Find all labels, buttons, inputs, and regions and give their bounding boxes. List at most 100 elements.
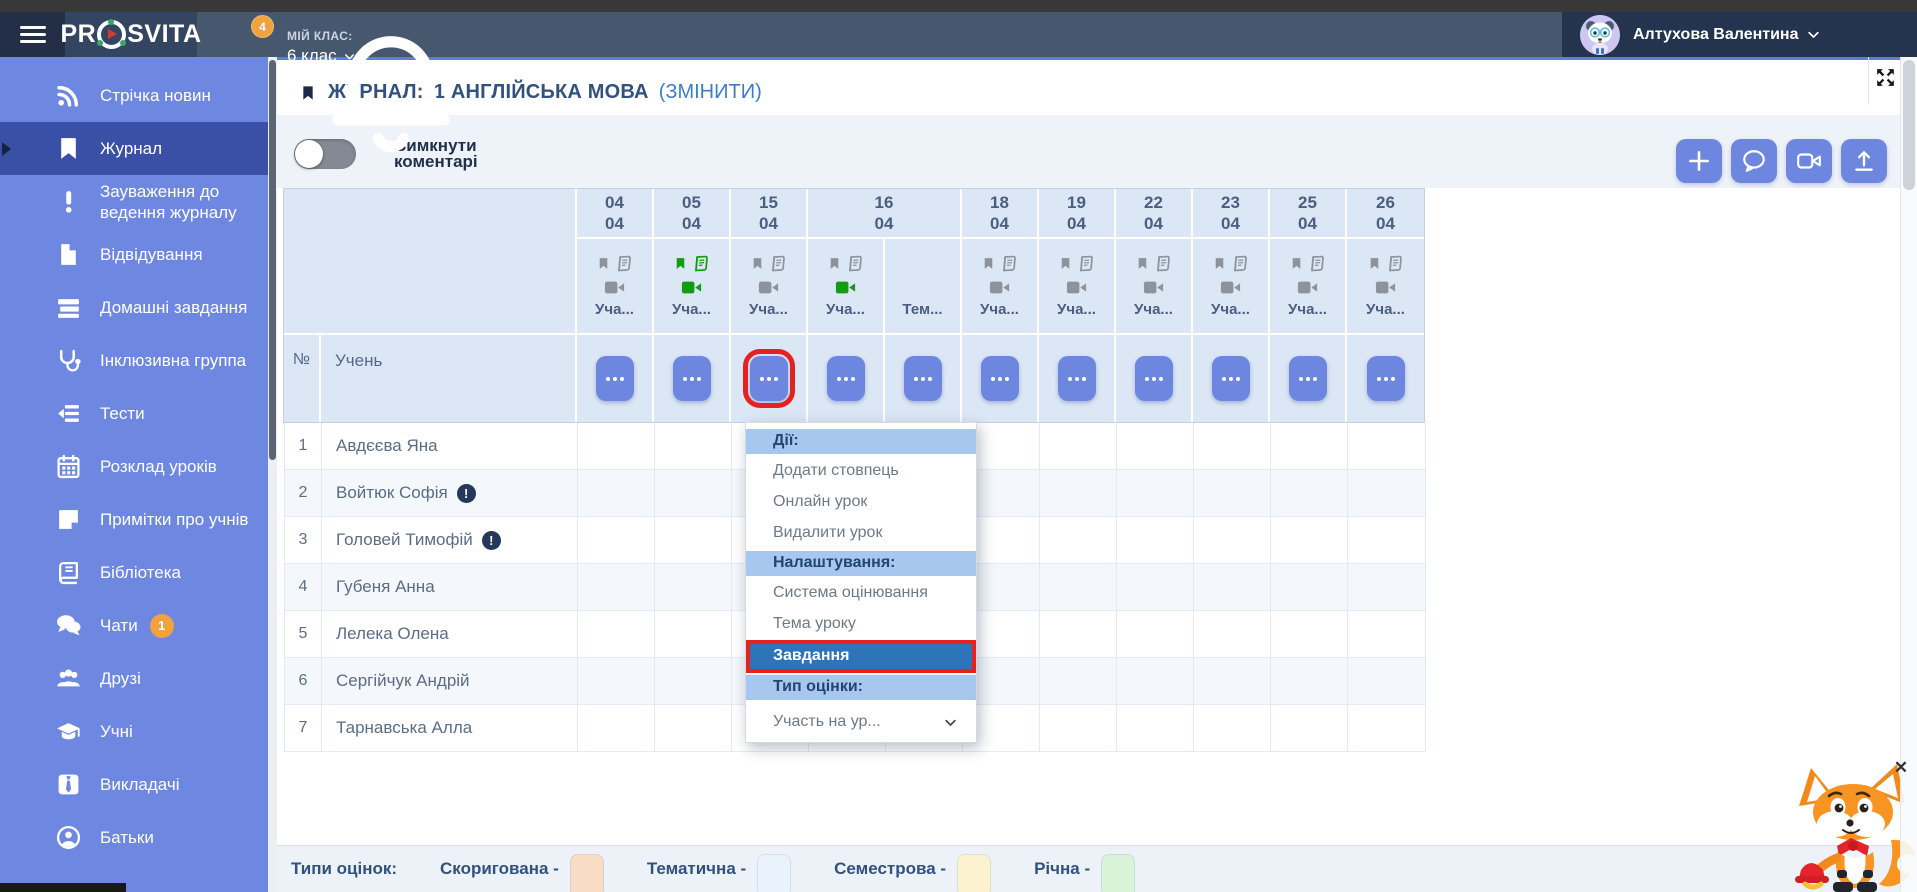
sidebar-item[interactable]: Друзі [0, 652, 268, 705]
lesson-icons-cell[interactable]: Уча... [1347, 239, 1424, 333]
grade-cell[interactable] [1271, 470, 1348, 516]
grade-cell[interactable] [1194, 705, 1271, 751]
grade-cell[interactable] [1040, 705, 1117, 751]
date-column-header[interactable]: 04 04 [577, 189, 654, 237]
date-column-header[interactable]: 26 04 [1347, 189, 1424, 237]
lesson-icons-cell[interactable]: Уча... [1116, 239, 1193, 333]
grade-cell[interactable] [1117, 611, 1194, 657]
grade-cell[interactable] [655, 517, 732, 563]
fullscreen-button[interactable] [1868, 50, 1901, 105]
grade-cell[interactable] [1117, 470, 1194, 516]
grade-cell[interactable] [1117, 658, 1194, 704]
grade-cell[interactable] [1271, 517, 1348, 563]
grade-cell[interactable] [1271, 611, 1348, 657]
grade-cell[interactable] [578, 423, 655, 469]
export-button[interactable] [1841, 139, 1887, 183]
grade-cell[interactable] [1040, 470, 1117, 516]
grade-cell[interactable] [1194, 658, 1271, 704]
sidebar-item[interactable]: Стрічка новин [0, 69, 268, 122]
sidebar-item[interactable]: Бібліотека [0, 546, 268, 599]
grade-cell[interactable] [1348, 564, 1425, 610]
grade-cell[interactable] [1194, 611, 1271, 657]
grade-cell[interactable] [1348, 423, 1425, 469]
grade-cell[interactable] [1040, 423, 1117, 469]
grade-cell[interactable] [1348, 705, 1425, 751]
grade-cell[interactable] [1040, 564, 1117, 610]
grade-cell[interactable] [578, 564, 655, 610]
sidebar-item[interactable]: Розклад уроків [0, 440, 268, 493]
grade-cell[interactable] [655, 611, 732, 657]
lesson-icons-cell[interactable]: Уча... [654, 239, 731, 333]
context-menu-row[interactable]: Видалити урок [746, 518, 976, 549]
grade-cell[interactable] [1194, 564, 1271, 610]
sidebar-item[interactable]: Інклюзивна группа [0, 334, 268, 387]
column-menu-button[interactable] [904, 356, 942, 401]
grade-cell[interactable] [655, 423, 732, 469]
sidebar-item[interactable]: Викладачі [0, 758, 268, 811]
grade-cell[interactable] [1040, 611, 1117, 657]
date-column-header[interactable]: 22 04 [1116, 189, 1193, 237]
lesson-icons-cell[interactable]: Уча... [1039, 239, 1116, 333]
context-menu-row[interactable]: Тема уроку [746, 609, 976, 640]
column-menu-button[interactable] [750, 356, 788, 401]
grade-cell[interactable] [1117, 517, 1194, 563]
page-scrollbar-thumb[interactable] [1903, 60, 1915, 190]
lesson-icons-cell[interactable]: Уча... [962, 239, 1039, 333]
user-menu[interactable]: Алтухова Валентина [1562, 12, 1917, 57]
sidebar-item[interactable]: Примітки про учнів [0, 493, 268, 546]
grade-cell[interactable] [1348, 658, 1425, 704]
grade-cell[interactable] [655, 658, 732, 704]
grade-cell[interactable] [1117, 705, 1194, 751]
video-lesson-button[interactable] [1786, 139, 1832, 183]
mascot-close-button[interactable]: ✕ [1891, 758, 1911, 778]
grade-cell[interactable] [578, 517, 655, 563]
grade-cell[interactable] [1040, 517, 1117, 563]
lesson-icons-cell[interactable]: Уча... [808, 239, 885, 333]
grade-cell[interactable] [578, 611, 655, 657]
date-column-header[interactable]: 19 04 [1039, 189, 1116, 237]
context-menu-row[interactable]: Завдання [746, 640, 976, 673]
grade-cell[interactable] [1348, 611, 1425, 657]
grade-cell[interactable] [655, 705, 732, 751]
grade-cell[interactable] [1271, 564, 1348, 610]
lesson-icons-cell[interactable]: Уча... [1193, 239, 1270, 333]
grade-cell[interactable] [578, 470, 655, 516]
date-column-header[interactable]: 23 04 [1193, 189, 1270, 237]
change-journal-link[interactable]: (ЗМІНИТИ) [659, 81, 762, 104]
date-column-header[interactable]: 18 04 [962, 189, 1039, 237]
column-menu-button[interactable] [1367, 356, 1405, 401]
grade-cell[interactable] [578, 658, 655, 704]
sidebar-item[interactable]: Батьки [0, 811, 268, 864]
date-column-header[interactable]: 25 04 [1270, 189, 1347, 237]
sidebar-item[interactable]: Журнал [0, 122, 268, 175]
sidebar-scrollbar[interactable] [268, 57, 277, 892]
grade-cell[interactable] [1271, 423, 1348, 469]
lesson-icons-cell[interactable]: Уча... [1270, 239, 1347, 333]
sidebar-item[interactable]: Учні [0, 705, 268, 758]
sidebar-item[interactable]: Чати 1 [0, 599, 268, 652]
context-menu-row[interactable]: Дії: [746, 429, 976, 454]
date-column-header[interactable]: 16 04 [808, 189, 962, 237]
student-alert-icon[interactable]: ! [482, 531, 501, 550]
grade-cell[interactable] [1271, 705, 1348, 751]
grade-cell[interactable] [1194, 517, 1271, 563]
lesson-icons-cell[interactable]: Уча... [731, 239, 808, 333]
notifications-button[interactable]: 4 [241, 23, 267, 51]
column-menu-button[interactable] [981, 356, 1019, 401]
grade-cell[interactable] [655, 564, 732, 610]
context-menu-row[interactable]: Налаштування: [746, 551, 976, 576]
column-menu-button[interactable] [1058, 356, 1096, 401]
context-menu-row[interactable]: Онлайн урок [746, 487, 976, 518]
grade-cell[interactable] [1348, 470, 1425, 516]
column-menu-button[interactable] [1289, 356, 1327, 401]
context-menu-row[interactable]: Додати стовпець [746, 456, 976, 487]
grade-cell[interactable] [1194, 470, 1271, 516]
column-menu-button[interactable] [673, 356, 711, 401]
add-button[interactable] [1676, 139, 1722, 183]
sidebar-item[interactable]: Відвідування [0, 228, 268, 281]
logo[interactable]: PR SVITA [65, 12, 197, 57]
lesson-icons-cell[interactable]: Тем... [885, 239, 962, 333]
grade-cell[interactable] [655, 470, 732, 516]
grade-cell[interactable] [1040, 658, 1117, 704]
sidebar-item[interactable]: Тести [0, 387, 268, 440]
